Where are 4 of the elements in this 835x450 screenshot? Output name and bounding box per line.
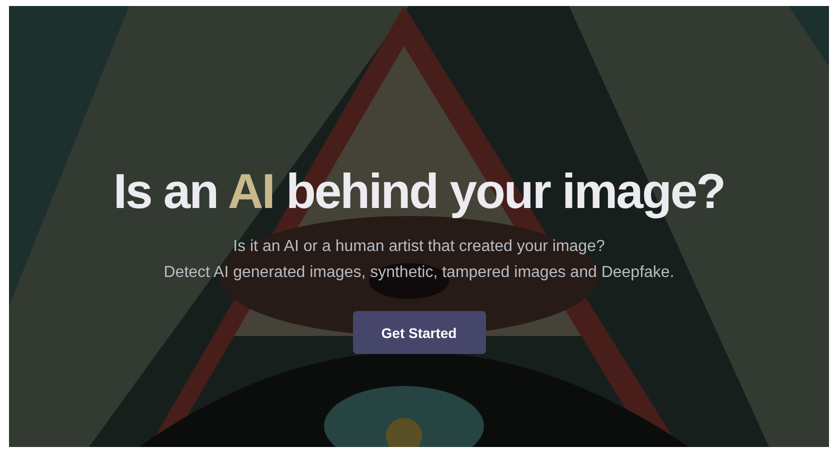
get-started-button[interactable]: Get Started: [352, 311, 486, 354]
hero-subtitle: Is it an AI or a human artist that created your image?: [233, 237, 605, 257]
hero-title: Is an AI behind your image?: [113, 164, 725, 220]
hero-subtitle: Detect AI generated images, synthetic, tampered images and Deepfake.: [164, 263, 674, 283]
